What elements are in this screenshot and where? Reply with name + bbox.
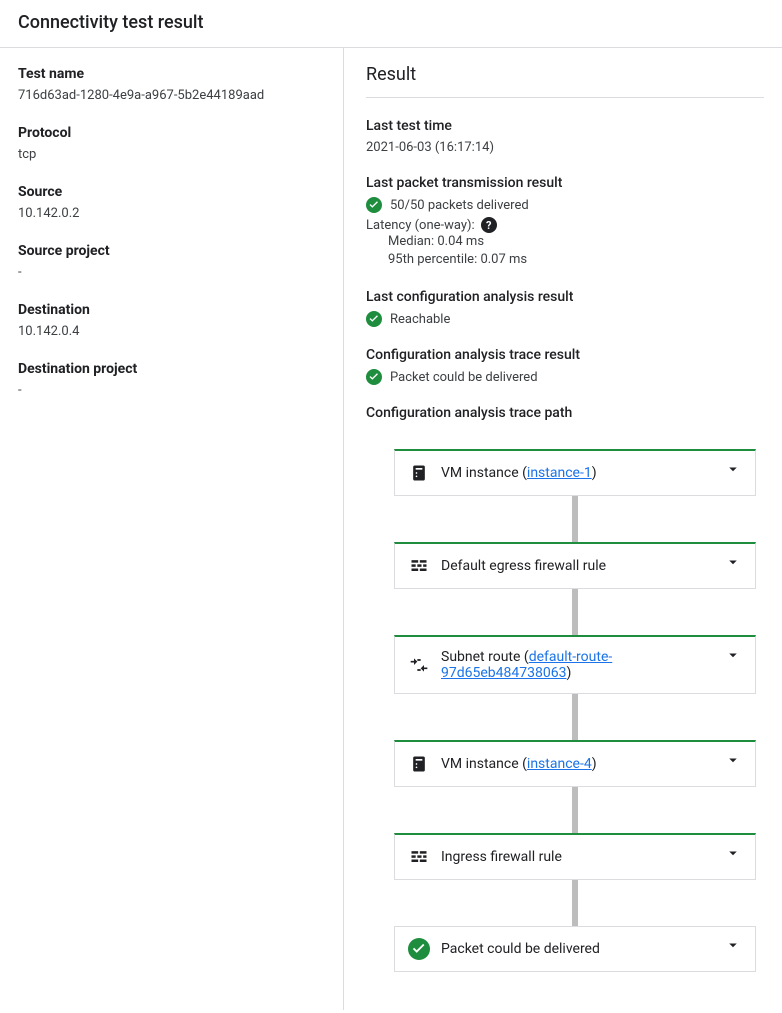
trace-path-label: Configuration analysis trace path bbox=[366, 405, 764, 421]
section-packet-result: Last packet transmission result 50/50 pa… bbox=[366, 175, 764, 269]
result-heading: Result bbox=[366, 64, 764, 98]
section-trace-result: Configuration analysis trace result Pack… bbox=[366, 347, 764, 385]
protocol-label: Protocol bbox=[18, 125, 325, 141]
page-header: Connectivity test result bbox=[0, 0, 782, 48]
section-config-analysis: Last configuration analysis result Reach… bbox=[366, 289, 764, 327]
field-protocol: Protocol tcp bbox=[18, 125, 325, 162]
instance-link[interactable]: instance-4 bbox=[527, 756, 592, 772]
source-value: 10.142.0.2 bbox=[18, 206, 325, 221]
vm-icon bbox=[409, 754, 429, 774]
chevron-down-icon[interactable] bbox=[723, 645, 743, 665]
source-label: Source bbox=[18, 184, 325, 200]
source-project-label: Source project bbox=[18, 243, 325, 259]
packet-result-label: Last packet transmission result bbox=[366, 175, 764, 191]
last-test-time-label: Last test time bbox=[366, 118, 764, 134]
destination-project-label: Destination project bbox=[18, 361, 325, 377]
trace-step-text: Subnet route (default-route-97d65eb48473… bbox=[441, 649, 741, 681]
field-test-name: Test name 716d63ad-1280-4e9a-a967-5b2e44… bbox=[18, 66, 325, 103]
chevron-down-icon[interactable] bbox=[723, 843, 743, 863]
trace-connector bbox=[572, 589, 578, 635]
field-destination: Destination 10.142.0.4 bbox=[18, 302, 325, 339]
trace-step-text: Default egress firewall rule bbox=[441, 558, 741, 574]
trace-step-text: Packet could be delivered bbox=[441, 941, 741, 957]
packet-result-row: 50/50 packets delivered bbox=[366, 197, 764, 213]
destination-label: Destination bbox=[18, 302, 325, 318]
firewall-icon bbox=[409, 556, 429, 576]
route-icon bbox=[409, 655, 429, 675]
config-analysis-row: Reachable bbox=[366, 311, 764, 327]
packet-result-value: 50/50 packets delivered bbox=[390, 198, 529, 213]
section-last-test-time: Last test time 2021-06-03 (16:17:14) bbox=[366, 118, 764, 155]
latency-median: Median: 0.04 ms bbox=[388, 233, 764, 251]
latency-row: Latency (one-way): ? bbox=[366, 217, 764, 233]
left-panel: Test name 716d63ad-1280-4e9a-a967-5b2e44… bbox=[0, 48, 344, 1010]
content-columns: Test name 716d63ad-1280-4e9a-a967-5b2e44… bbox=[0, 48, 782, 1010]
latency-label: Latency (one-way): bbox=[366, 218, 475, 233]
instance-link[interactable]: instance-1 bbox=[527, 465, 592, 481]
chevron-down-icon[interactable] bbox=[723, 552, 743, 572]
trace-step-text: VM instance (instance-1) bbox=[441, 465, 741, 481]
chevron-down-icon[interactable] bbox=[723, 935, 743, 955]
trace-result-label: Configuration analysis trace result bbox=[366, 347, 764, 363]
chevron-down-icon[interactable] bbox=[723, 750, 743, 770]
destination-project-value: - bbox=[18, 383, 325, 398]
trace-step-vm-2[interactable]: VM instance (instance-4) bbox=[394, 740, 756, 787]
trace-step-text: VM instance (instance-4) bbox=[441, 756, 741, 772]
trace-path-container: VM instance (instance-1) Default egress … bbox=[366, 449, 764, 972]
check-circle-icon bbox=[366, 311, 382, 327]
trace-connector bbox=[572, 694, 578, 740]
trace-result-row: Packet could be delivered bbox=[366, 369, 764, 385]
destination-value: 10.142.0.4 bbox=[18, 324, 325, 339]
check-circle-icon bbox=[366, 197, 382, 213]
chevron-down-icon[interactable] bbox=[723, 459, 743, 479]
trace-step-route[interactable]: Subnet route (default-route-97d65eb48473… bbox=[394, 635, 756, 694]
trace-step-text: Ingress firewall rule bbox=[441, 849, 741, 865]
source-project-value: - bbox=[18, 265, 325, 280]
firewall-icon bbox=[409, 847, 429, 867]
trace-step-firewall-egress[interactable]: Default egress firewall rule bbox=[394, 542, 756, 589]
trace-connector bbox=[572, 496, 578, 542]
trace-step-vm-1[interactable]: VM instance (instance-1) bbox=[394, 449, 756, 496]
field-destination-project: Destination project - bbox=[18, 361, 325, 398]
field-source: Source 10.142.0.2 bbox=[18, 184, 325, 221]
test-name-value: 716d63ad-1280-4e9a-a967-5b2e44189aad bbox=[18, 88, 325, 103]
trace-step-firewall-ingress[interactable]: Ingress firewall rule bbox=[394, 833, 756, 880]
check-circle-icon bbox=[366, 369, 382, 385]
trace-step-delivered[interactable]: Packet could be delivered bbox=[394, 926, 756, 972]
right-panel: Result Last test time 2021-06-03 (16:17:… bbox=[344, 48, 782, 1010]
latency-p95: 95th percentile: 0.07 ms bbox=[388, 251, 764, 269]
field-source-project: Source project - bbox=[18, 243, 325, 280]
trace-result-value: Packet could be delivered bbox=[390, 370, 538, 385]
config-analysis-label: Last configuration analysis result bbox=[366, 289, 764, 305]
test-name-label: Test name bbox=[18, 66, 325, 82]
help-icon[interactable]: ? bbox=[481, 217, 497, 233]
section-trace-path: Configuration analysis trace path VM ins… bbox=[366, 405, 764, 972]
protocol-value: tcp bbox=[18, 147, 325, 162]
page-title: Connectivity test result bbox=[18, 12, 764, 33]
last-test-time-value: 2021-06-03 (16:17:14) bbox=[366, 140, 764, 155]
vm-icon bbox=[409, 463, 429, 483]
check-circle-icon bbox=[409, 939, 429, 959]
trace-connector bbox=[572, 880, 578, 926]
trace-connector bbox=[572, 787, 578, 833]
config-analysis-value: Reachable bbox=[390, 312, 450, 327]
latency-details: Median: 0.04 ms 95th percentile: 0.07 ms bbox=[388, 233, 764, 269]
